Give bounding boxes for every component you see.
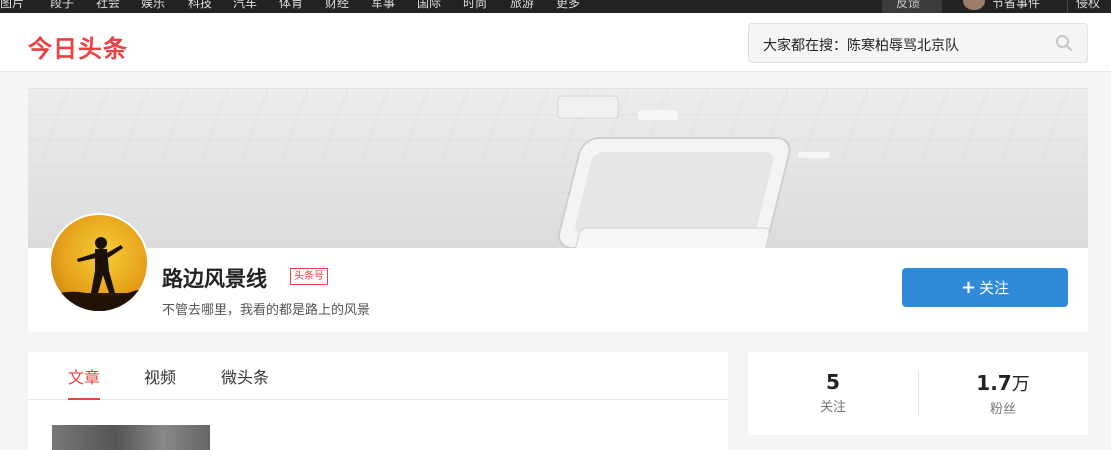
nav-item[interactable]: 更多 [556, 0, 580, 10]
nav-item[interactable]: 段子 [50, 0, 74, 10]
user-avatar-mini[interactable] [963, 0, 985, 10]
banner-image [28, 88, 1088, 248]
fans-value: 1.7 [976, 371, 1012, 395]
following-label: 关注 [819, 400, 846, 415]
search-box[interactable]: 大家都在搜：陈寒柏辱骂北京队 [748, 23, 1088, 63]
profile-bio: 不管去哪里，我看的都是路上的风景 [162, 303, 371, 318]
search-icon[interactable] [1055, 34, 1073, 52]
following-stat[interactable]: 5 关注 [748, 370, 918, 415]
toutiao-badge: 头条号 [290, 268, 328, 285]
nav-item[interactable]: 科技 [188, 0, 212, 10]
fans-stat[interactable]: 1.7万 粉丝 [918, 370, 1088, 417]
tab-micro-posts[interactable]: 微头条 [221, 364, 269, 400]
tab-articles[interactable]: 文章 [68, 364, 101, 400]
nav-item[interactable]: 时尚 [463, 0, 487, 10]
feedback-label: 反馈 [896, 0, 921, 10]
nav-item[interactable]: 社会 [96, 0, 120, 10]
tab-videos[interactable]: 视频 [144, 364, 176, 400]
nav-item[interactable]: 旅游 [510, 0, 534, 10]
nav-item[interactable]: 军事 [371, 0, 395, 10]
user-name[interactable]: 节省事件 [992, 0, 1040, 10]
nav-item[interactable]: 汽车 [233, 0, 257, 10]
fans-label: 粉丝 [989, 402, 1016, 417]
nav-item[interactable]: 体育 [279, 0, 303, 10]
nav-item[interactable]: 财经 [325, 0, 349, 10]
nav-item-report[interactable]: 侵权 [1076, 0, 1100, 10]
avatar-silhouette [51, 237, 147, 311]
follow-label: 关注 [979, 279, 1010, 297]
profile-name: 路边风景线 [162, 266, 267, 291]
stats-panel: 5 关注 1.7万 粉丝 [748, 352, 1088, 435]
follow-button[interactable]: + 关注 [902, 268, 1068, 307]
nav-item[interactable]: 国际 [417, 0, 441, 10]
profile-banner [28, 88, 1088, 248]
search-input[interactable]: 大家都在搜：陈寒柏辱骂北京队 [763, 35, 959, 55]
nav-item[interactable]: 图片 [0, 0, 24, 10]
nav-item[interactable]: 娱乐 [141, 0, 165, 10]
plus-icon: + [960, 277, 977, 298]
following-count: 5 [826, 370, 840, 394]
nav-divider [1067, 0, 1068, 13]
fans-unit: 万 [1011, 374, 1030, 395]
site-logo[interactable]: 今日头条 [28, 29, 128, 64]
content-tabs: 文章 视频 微头条 [28, 352, 728, 400]
top-navigation-bar: 图片 段子 社会 娱乐 科技 汽车 体育 财经 军事 国际 时尚 旅游 更多 反… [0, 0, 1111, 13]
site-header: 今日头条 大家都在搜：陈寒柏辱骂北京队 [0, 13, 1111, 72]
article-thumbnail[interactable] [52, 425, 210, 450]
avatar[interactable] [49, 213, 149, 313]
feedback-button[interactable]: 反馈 [882, 0, 942, 13]
fans-count: 1.7万 [918, 370, 1088, 396]
